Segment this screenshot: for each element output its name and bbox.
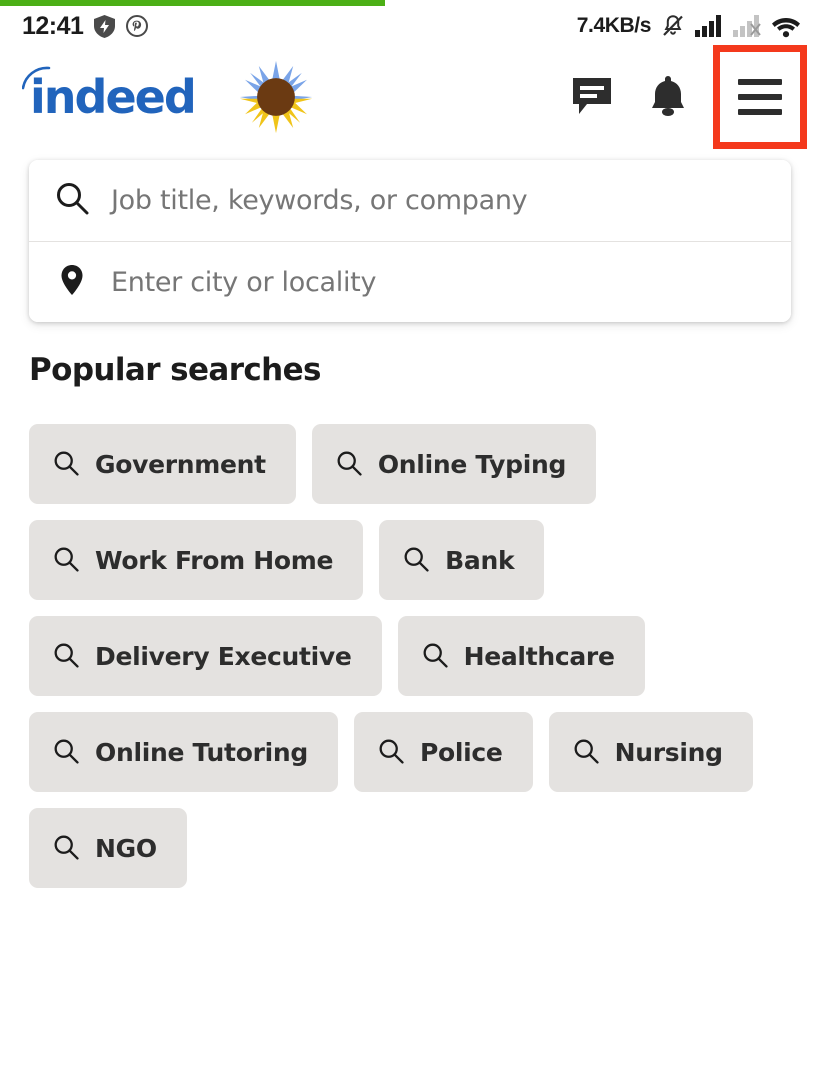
popular-search-chip[interactable]: Work From Home xyxy=(29,520,364,600)
popular-search-chip[interactable]: Healthcare xyxy=(397,616,645,696)
search-icon xyxy=(336,450,362,479)
search-icon xyxy=(53,834,79,863)
search-card: Job title, keywords, or company Enter ci… xyxy=(29,160,791,322)
brand-area[interactable]: indeed xyxy=(0,54,319,140)
status-bar-left: 12:41 xyxy=(22,11,149,40)
search-icon xyxy=(55,181,89,220)
popular-search-chip-label: Delivery Executive xyxy=(95,641,352,671)
app-header: indeed xyxy=(0,45,819,149)
search-icon xyxy=(573,738,599,767)
location-search-field[interactable]: Enter city or locality xyxy=(29,241,791,322)
wifi-icon xyxy=(771,15,801,38)
bell-muted-icon xyxy=(660,13,686,39)
location-search-placeholder: Enter city or locality xyxy=(111,266,377,298)
search-icon xyxy=(53,642,79,671)
popular-search-chip[interactable]: Police xyxy=(353,712,533,792)
job-search-field[interactable]: Job title, keywords, or company xyxy=(29,160,791,241)
popular-search-chip-label: NGO xyxy=(95,833,157,863)
message-icon xyxy=(571,76,613,119)
network-speed-text: 7.4KB/s xyxy=(576,14,652,37)
popular-searches-title: Popular searches xyxy=(29,352,322,388)
popular-search-chip-label: Work From Home xyxy=(95,545,334,575)
popular-search-chip[interactable]: Government xyxy=(29,424,296,504)
signal-nosim-icon xyxy=(733,15,762,37)
notifications-button[interactable] xyxy=(637,66,699,128)
status-time: 12:41 xyxy=(22,11,84,40)
popular-search-chip-label: Online Tutoring xyxy=(95,737,308,767)
popular-search-chip-label: Government xyxy=(95,449,266,479)
popular-search-chip[interactable]: Nursing xyxy=(548,712,753,792)
menu-button-highlight xyxy=(713,45,807,149)
pinterest-icon xyxy=(126,15,149,37)
app-root: 12:41 7.4KB/s indeed Job title, keywords… xyxy=(0,0,819,1080)
status-bar-right: 7.4KB/s xyxy=(577,13,801,39)
signal-full-icon xyxy=(695,15,724,37)
bell-icon xyxy=(648,74,688,121)
popular-search-chip[interactable]: NGO xyxy=(29,808,187,888)
sunflower-icon xyxy=(239,60,312,134)
search-icon xyxy=(422,642,448,671)
popular-search-chip[interactable]: Delivery Executive xyxy=(29,616,382,696)
search-icon xyxy=(53,546,79,575)
popular-search-chip[interactable]: Online Tutoring xyxy=(29,712,338,792)
location-pin-icon xyxy=(55,263,89,302)
hamburger-menu-icon xyxy=(738,79,782,115)
popular-search-chip-label: Nursing xyxy=(614,737,723,767)
search-icon xyxy=(53,738,79,767)
indeed-swoosh-icon xyxy=(22,66,51,90)
popular-searches-chip-list: Government Online Typing Work From Home Ban… xyxy=(29,424,799,888)
messages-button[interactable] xyxy=(561,66,623,128)
popular-search-chip[interactable]: Bank xyxy=(379,520,545,600)
job-search-placeholder: Job title, keywords, or company xyxy=(111,185,528,216)
popular-search-chip-label: Police xyxy=(419,737,503,767)
search-icon xyxy=(403,546,429,575)
shield-bolt-icon xyxy=(94,14,116,38)
search-icon xyxy=(53,450,79,479)
popular-search-chip-label: Healthcare xyxy=(463,641,615,671)
popular-search-chip-label: Online Typing xyxy=(377,449,567,479)
popular-search-chip-label: Bank xyxy=(445,545,515,575)
popular-search-chip[interactable]: Online Typing xyxy=(311,424,597,504)
search-icon xyxy=(378,738,404,767)
header-actions xyxy=(561,45,819,149)
status-bar: 12:41 7.4KB/s xyxy=(0,6,819,46)
hamburger-menu-button[interactable] xyxy=(729,66,791,128)
indeed-logo[interactable]: indeed xyxy=(22,66,197,120)
